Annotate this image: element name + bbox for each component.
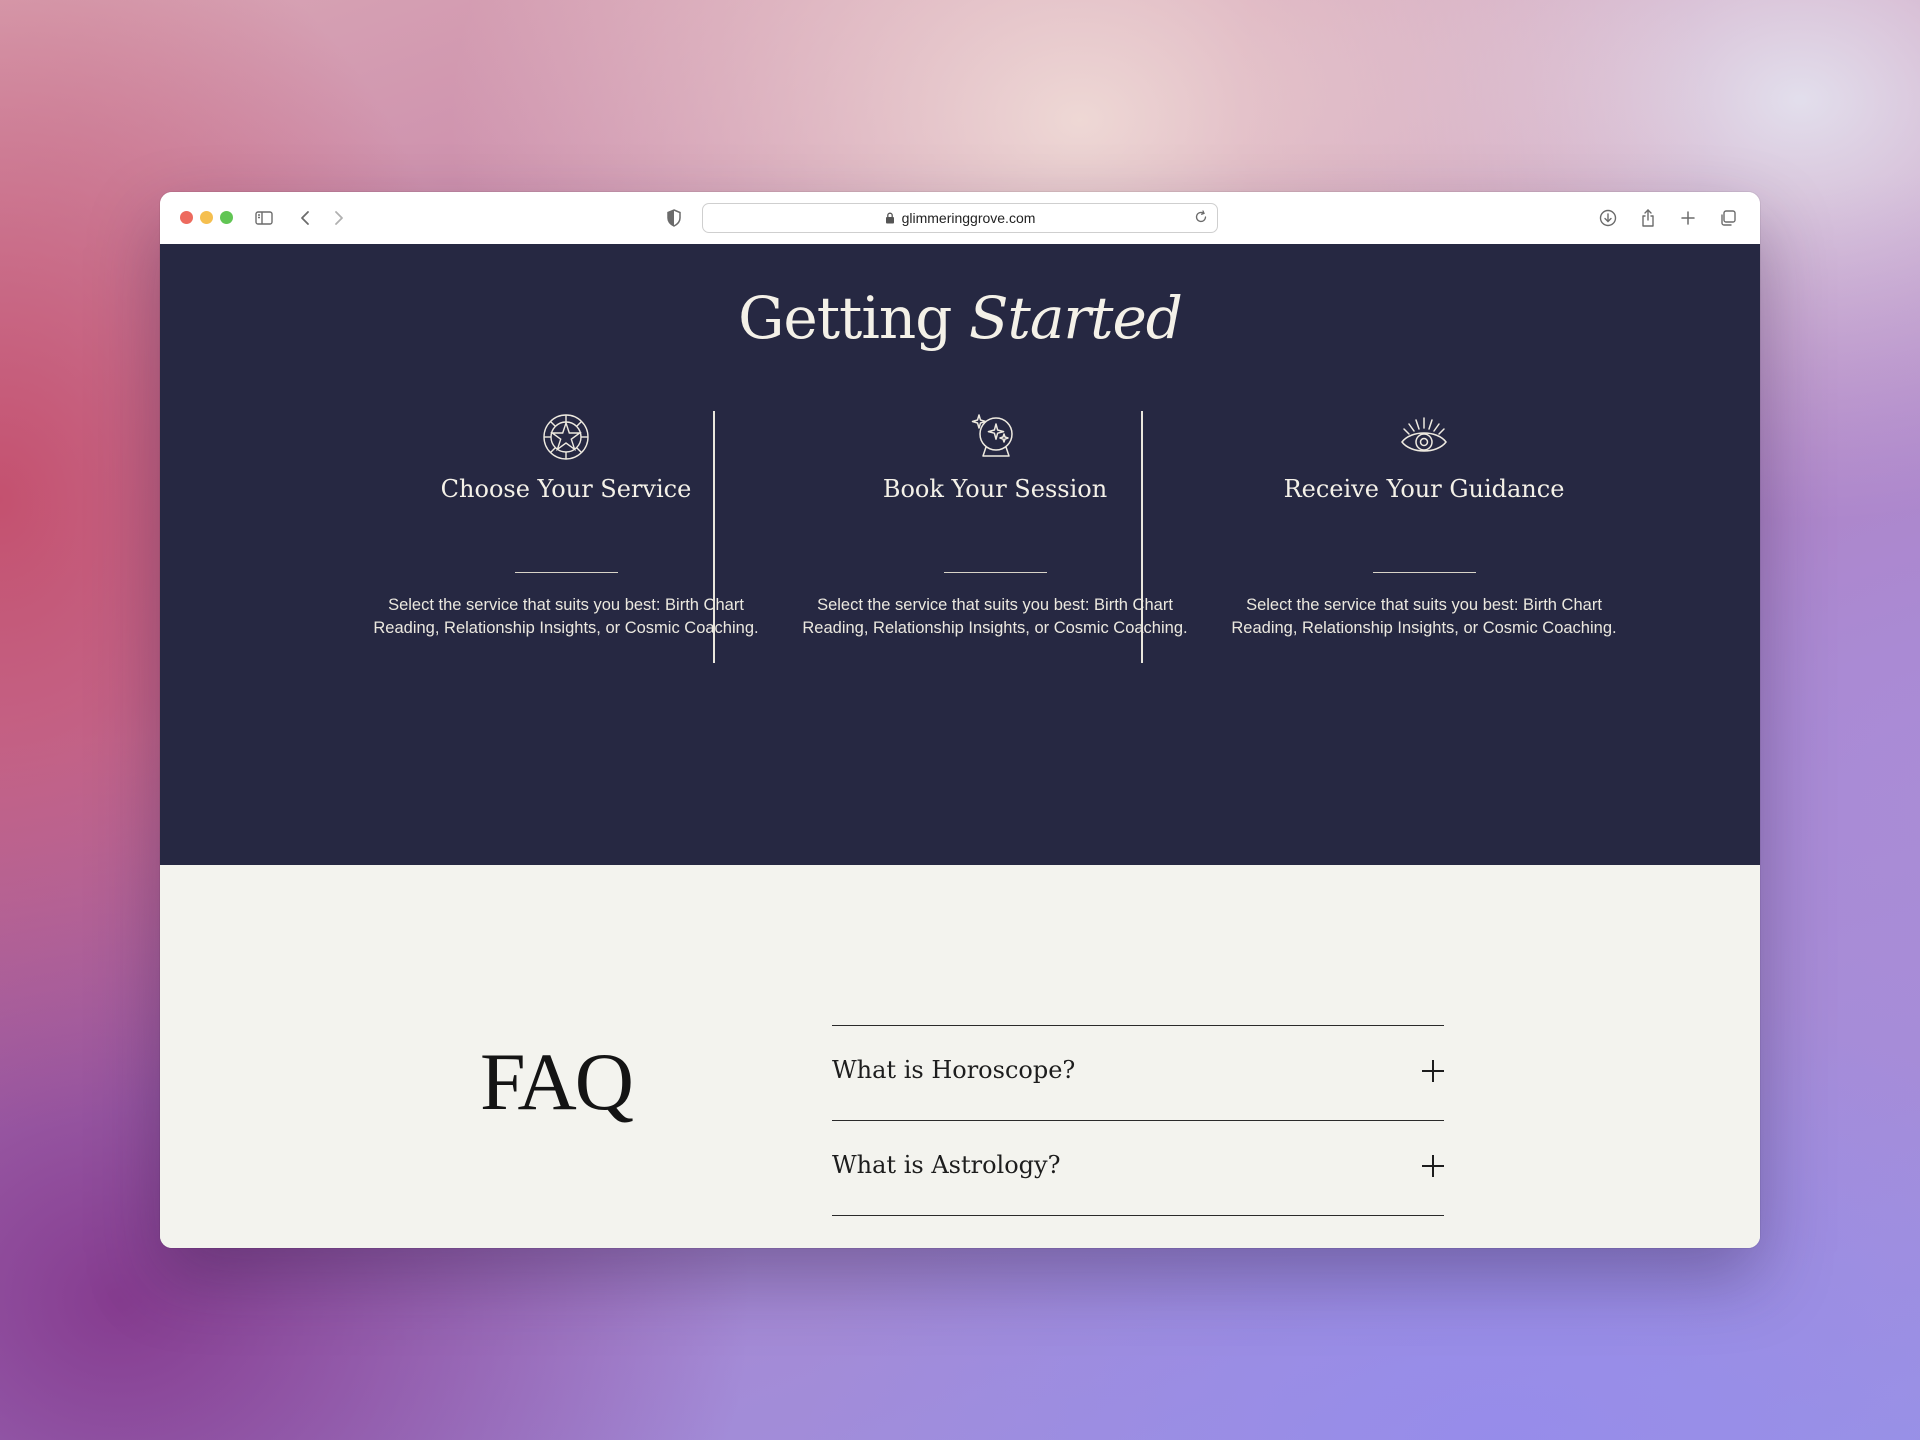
expand-plus-icon[interactable] [1422,1155,1444,1177]
faq-item-horoscope[interactable]: What is Horoscope? [832,1026,1444,1121]
forward-arrow-icon[interactable] [326,206,350,230]
step-description: Select the service that suits you best: … [1231,596,1617,637]
tab-overview-icon[interactable] [1716,206,1740,230]
faq-section: FAQ What is Horoscope? What is Astrology… [160,865,1760,1248]
crystal-ball-icon [969,411,1021,463]
expand-plus-icon[interactable] [1422,1060,1444,1082]
maximize-window-button[interactable] [220,211,233,224]
getting-started-section: Getting Started Choose Your Service Sele… [160,244,1760,865]
downloads-icon[interactable] [1596,206,1620,230]
step-choose-service: Choose Your Service Select the service t… [352,411,780,663]
browser-window: glimmeringgrove.com Getting Started Choo… [160,192,1760,1248]
step-description: Select the service that suits you best: … [802,596,1188,637]
lock-icon [885,212,895,224]
all-seeing-eye-icon [1398,411,1450,463]
share-icon[interactable] [1636,206,1660,230]
step-underline [944,572,1047,573]
step-description: Select the service that suits you best: … [373,596,759,637]
browser-toolbar: glimmeringgrove.com [160,192,1760,245]
steps-row: Choose Your Service Select the service t… [352,411,1638,663]
new-tab-plus-icon[interactable] [1676,206,1700,230]
step-underline [1373,572,1476,573]
back-arrow-icon[interactable] [294,206,318,230]
privacy-shield-icon[interactable] [662,206,686,230]
step-book-session: Book Your Session Select the service tha… [781,411,1209,663]
close-window-button[interactable] [180,211,193,224]
web-page: Getting Started Choose Your Service Sele… [160,244,1760,1248]
minimize-window-button[interactable] [200,211,213,224]
zodiac-wheel-icon [540,411,592,463]
step-receive-guidance: Receive Your Guidance Select the service… [1210,411,1638,663]
faq-heading: FAQ [480,1036,634,1127]
faq-question: What is Horoscope? [832,1056,1076,1084]
faq-question: What is Astrology? [832,1151,1061,1179]
reload-icon[interactable] [1193,209,1209,225]
step-title: Book Your Session [882,475,1108,503]
address-bar[interactable]: glimmeringgrove.com [702,203,1218,233]
getting-started-heading: Getting Started [160,284,1760,352]
step-title: Choose Your Service [440,475,692,503]
faq-item-astrology[interactable]: What is Astrology? [832,1121,1444,1216]
url-text: glimmeringgrove.com [901,210,1036,226]
sidebar-toggle-icon[interactable] [252,206,276,230]
heading-italic-text: Started [968,284,1183,352]
heading-regular-text: Getting [738,284,969,352]
step-underline [515,572,618,573]
step-title: Receive Your Guidance [1283,475,1565,503]
faq-accordion: What is Horoscope? What is Astrology? [832,1025,1444,1216]
